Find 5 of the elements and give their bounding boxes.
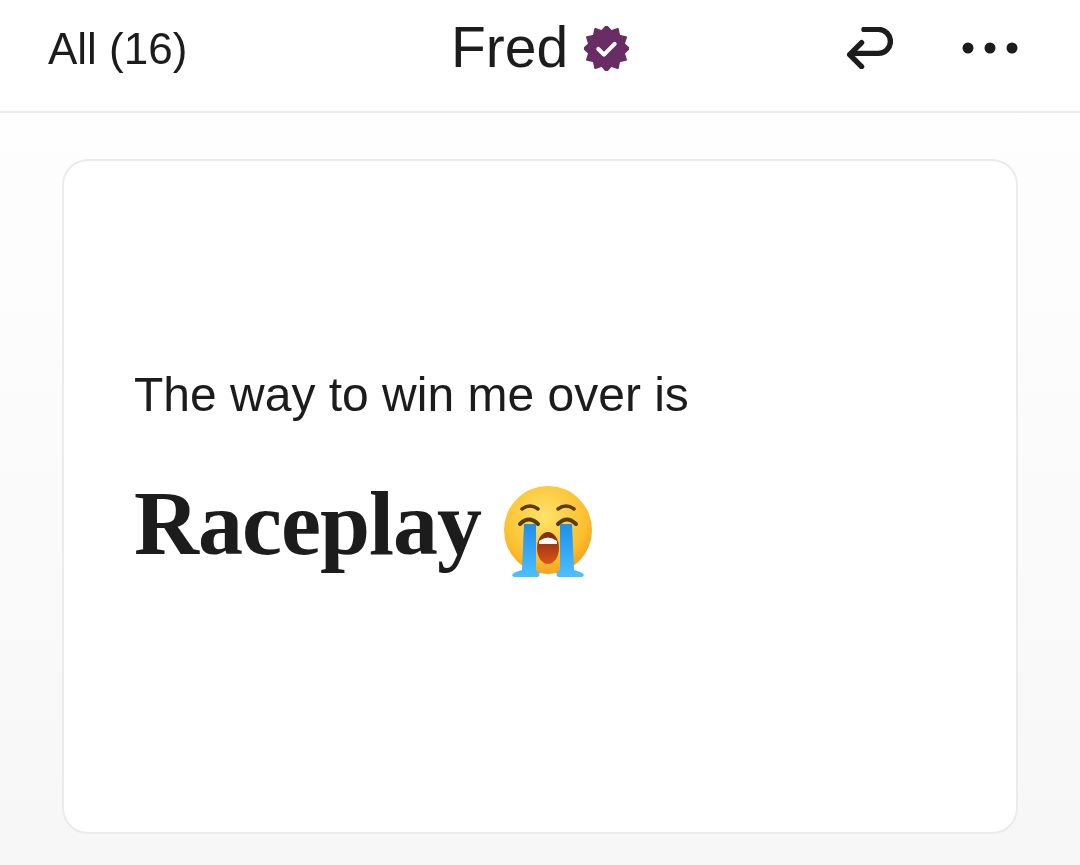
profile-name: Fred — [450, 19, 569, 76]
more-icon — [962, 41, 1018, 54]
back-link[interactable]: All (16) — [48, 26, 188, 71]
reply-arrow-icon — [847, 26, 893, 69]
prompt-question: The way to win me over is — [134, 371, 690, 419]
